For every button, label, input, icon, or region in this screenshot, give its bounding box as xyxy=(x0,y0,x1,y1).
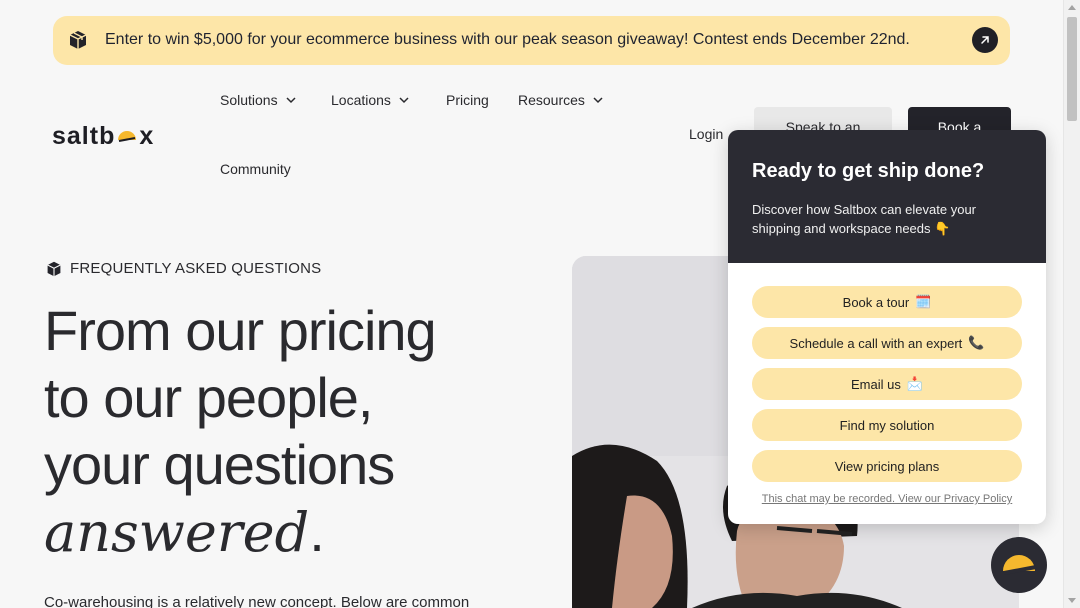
eyebrow-text: FREQUENTLY ASKED QUESTIONS xyxy=(70,260,322,277)
envelope-icon: 📩 xyxy=(906,376,924,391)
chat-option-schedule-call[interactable]: Schedule a call with an expert 📞 xyxy=(752,327,1022,359)
option-label: Find my solution xyxy=(839,417,935,433)
page-scrollbar[interactable] xyxy=(1063,0,1080,608)
headline-line-3: your questions xyxy=(44,433,395,496)
chevron-down-icon xyxy=(399,97,409,104)
nav-resources[interactable]: Resources xyxy=(518,92,603,108)
nav-label: Pricing xyxy=(446,92,489,108)
chat-option-pricing-plans[interactable]: View pricing plans xyxy=(752,450,1022,482)
chat-launcher-button[interactable] xyxy=(991,537,1047,593)
nav-locations[interactable]: Locations xyxy=(331,92,409,108)
nav-label: Locations xyxy=(331,92,391,108)
logo-sun-icon xyxy=(116,126,138,148)
headline-period: . xyxy=(309,500,325,563)
scroll-up-icon[interactable] xyxy=(1068,5,1076,10)
logo-text-end: x xyxy=(139,122,155,150)
nav-label: Solutions xyxy=(220,92,278,108)
page-title: From our pricing to our people, your que… xyxy=(44,297,437,566)
nav-community[interactable]: Community xyxy=(220,161,291,177)
faq-eyebrow: FREQUENTLY ASKED QUESTIONS xyxy=(46,260,321,277)
option-label: Schedule a call with an expert xyxy=(789,335,963,351)
nav-label: Community xyxy=(220,161,291,177)
chat-option-email-us[interactable]: Email us 📩 xyxy=(752,368,1022,400)
box-icon xyxy=(47,261,61,276)
chat-options: Book a tour 🗓️ Schedule a call with an e… xyxy=(728,263,1046,482)
chat-option-book-tour[interactable]: Book a tour 🗓️ xyxy=(752,286,1022,318)
saltbox-logo[interactable]: saltb x xyxy=(52,122,154,151)
arrow-up-right-icon[interactable] xyxy=(972,27,998,53)
option-label: Email us xyxy=(850,376,901,392)
intro-paragraph: Co-warehousing is a relatively new conce… xyxy=(44,594,470,608)
login-link[interactable]: Login xyxy=(689,126,723,142)
chevron-down-icon xyxy=(593,97,603,104)
banner-text[interactable]: Enter to win $5,000 for your ecommerce b… xyxy=(105,31,910,49)
chat-header: Ready to get ship done? Discover how Sal… xyxy=(728,130,1046,263)
calendar-icon: 🗓️ xyxy=(915,294,932,309)
box-icon xyxy=(68,30,88,50)
chat-widget[interactable]: Ready to get ship done? Discover how Sal… xyxy=(728,130,1046,524)
headline-line-1: From our pricing xyxy=(44,299,437,362)
chat-option-find-solution[interactable]: Find my solution xyxy=(752,409,1022,441)
headline-line-2: to our people, xyxy=(44,366,373,429)
chevron-down-icon xyxy=(286,97,296,104)
logo-text-start: saltb xyxy=(52,122,116,150)
headline-emphasis: answered xyxy=(44,501,310,564)
nav-solutions[interactable]: Solutions xyxy=(220,92,296,108)
scroll-down-icon[interactable] xyxy=(1068,598,1076,603)
nav-label: Resources xyxy=(518,92,585,108)
saltbox-sun-icon xyxy=(1003,555,1037,575)
chat-title: Ready to get ship done? xyxy=(752,160,985,182)
chat-subtitle: Discover how Saltbox can elevate your sh… xyxy=(752,202,977,236)
option-label: View pricing plans xyxy=(834,458,940,474)
announcement-banner[interactable]: Enter to win $5,000 for your ecommerce b… xyxy=(53,16,1010,65)
privacy-policy-link[interactable]: This chat may be recorded. View our Priv… xyxy=(728,493,1046,505)
nav-pricing[interactable]: Pricing xyxy=(446,92,489,108)
phone-icon: 📞 xyxy=(968,335,985,350)
scroll-thumb[interactable] xyxy=(1067,17,1077,121)
headline-line-4: answered. xyxy=(44,498,436,566)
option-label: Book a tour xyxy=(842,294,910,310)
